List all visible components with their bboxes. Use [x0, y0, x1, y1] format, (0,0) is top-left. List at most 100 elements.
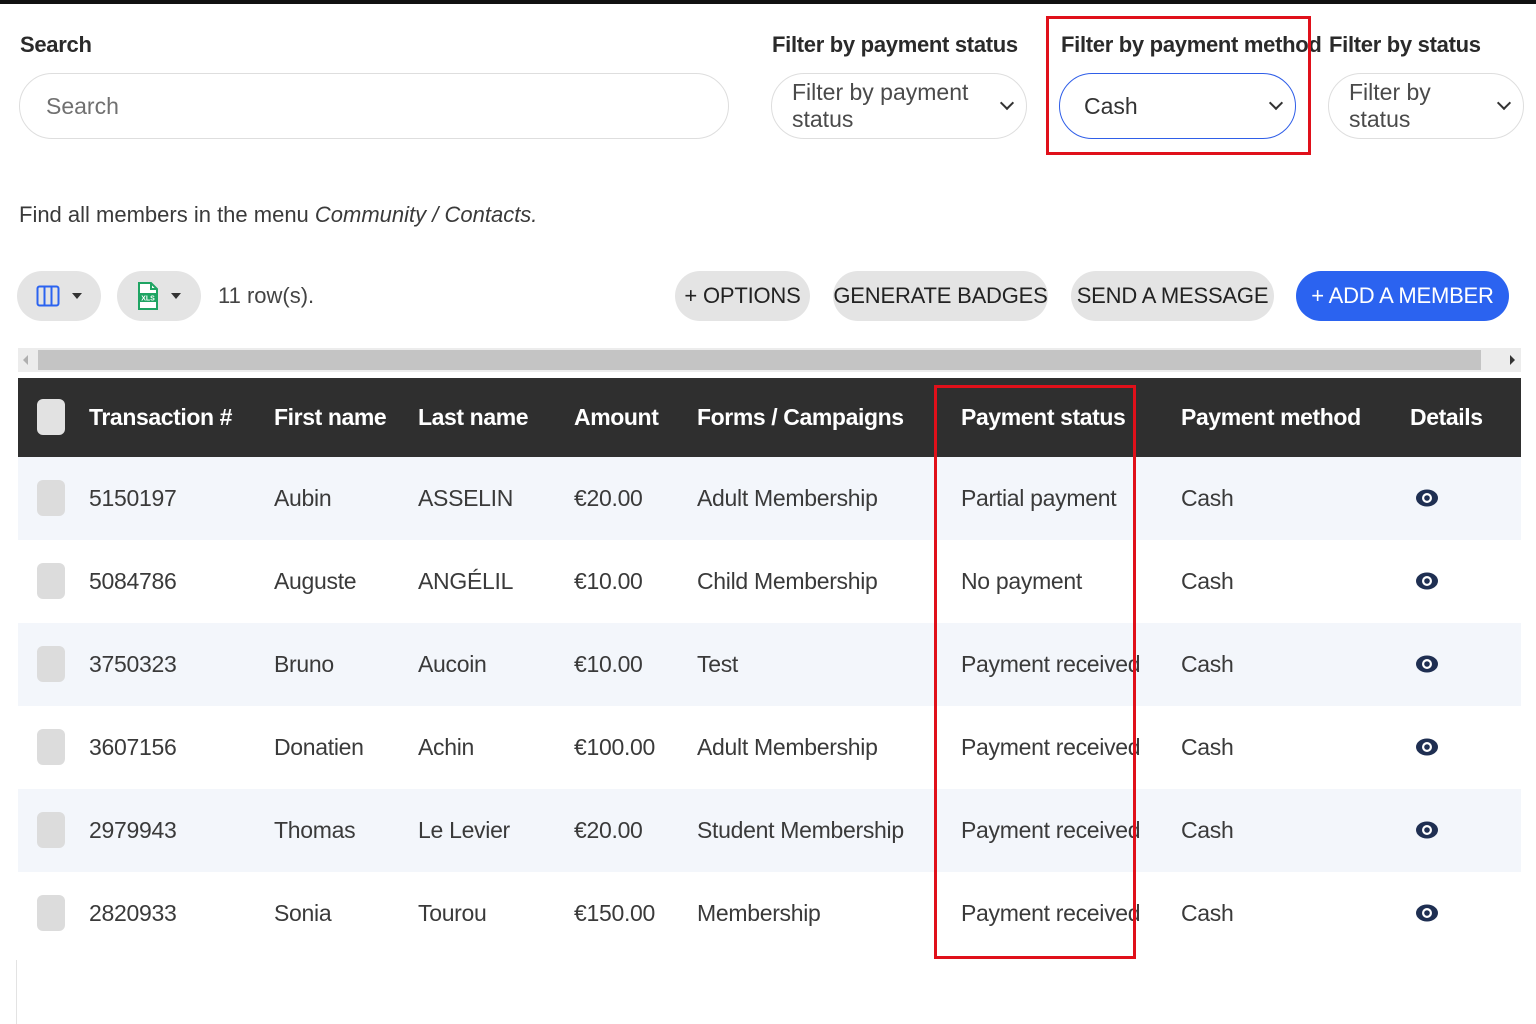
last-name-cell: Tourou [418, 900, 487, 926]
transaction-cell: 3750323 [89, 651, 177, 677]
search-placeholder: Search [46, 92, 119, 119]
payment-method-filter-select[interactable]: Cash [1059, 73, 1296, 139]
generate-badges-button[interactable]: GENERATE BADGES [833, 271, 1048, 321]
amount-cell: €150.00 [574, 900, 656, 926]
transaction-cell: 5150197 [89, 485, 177, 511]
payment-method-cell: Cash [1181, 900, 1234, 926]
row-checkbox[interactable] [37, 729, 65, 765]
form-cell: Adult Membership [697, 485, 878, 511]
row-checkbox[interactable] [37, 646, 65, 682]
first-name-cell: Bruno [274, 651, 334, 677]
search-label: Search [20, 32, 92, 57]
header-payment-method[interactable]: Payment method [1181, 378, 1361, 457]
payment-method-cell: Cash [1181, 485, 1234, 511]
scroll-right-arrow-icon[interactable] [1510, 355, 1515, 365]
payment-status-cell: Payment received [961, 651, 1141, 677]
chevron-down-icon [999, 95, 1015, 111]
row-checkbox[interactable] [37, 895, 65, 931]
search-input[interactable]: Search [19, 73, 729, 139]
header-forms-campaigns[interactable]: Forms / Campaigns [697, 378, 904, 457]
members-hint: Find all members in the menu Community /… [19, 202, 537, 228]
table-row: 2979943 Thomas Le Levier €20.00 Student … [18, 789, 1521, 872]
form-cell: Adult Membership [697, 734, 878, 760]
eye-icon[interactable] [1415, 736, 1439, 758]
eye-icon[interactable] [1415, 653, 1439, 675]
payment-status-cell: Payment received [961, 734, 1141, 760]
eye-icon[interactable] [1415, 487, 1439, 509]
last-name-cell: Achin [418, 734, 475, 760]
page-left-border [16, 960, 17, 1024]
last-name-cell: Le Levier [418, 817, 510, 843]
table-row: 5150197 Aubin ASSELIN €20.00 Adult Membe… [18, 457, 1521, 540]
scrollbar-thumb[interactable] [38, 350, 1481, 370]
select-all-checkbox[interactable] [37, 399, 65, 435]
table-row: 3607156 Donatien Achin €100.00 Adult Mem… [18, 706, 1521, 789]
first-name-cell: Sonia [274, 900, 332, 926]
send-message-button[interactable]: SEND A MESSAGE [1071, 271, 1274, 321]
form-cell: Membership [697, 900, 821, 926]
caret-down-icon [171, 293, 181, 299]
header-amount[interactable]: Amount [574, 378, 659, 457]
first-name-cell: Auguste [274, 568, 357, 594]
table-header: Transaction # First name Last name Amoun… [18, 378, 1521, 457]
columns-button[interactable] [17, 271, 101, 321]
transaction-cell: 3607156 [89, 734, 177, 760]
first-name-cell: Thomas [274, 817, 356, 843]
payment-status-cell: Payment received [961, 900, 1141, 926]
table-row: 2820933 Sonia Tourou €150.00 Membership … [18, 872, 1521, 955]
export-button[interactable]: XLS [117, 271, 201, 321]
xls-file-icon: XLS [138, 282, 158, 310]
last-name-cell: Aucoin [418, 651, 487, 677]
scroll-left-arrow-icon[interactable] [23, 355, 28, 365]
header-payment-status[interactable]: Payment status [961, 378, 1126, 457]
horizontal-scrollbar[interactable] [18, 348, 1521, 372]
chevron-down-icon [1268, 95, 1284, 111]
payment-method-cell: Cash [1181, 651, 1234, 677]
options-button[interactable]: + OPTIONS [675, 271, 810, 321]
header-transaction[interactable]: Transaction # [89, 378, 232, 457]
status-filter-select[interactable]: Filter by status [1328, 73, 1524, 139]
chevron-down-icon [1496, 95, 1512, 111]
payment-method-filter-label: Filter by payment method [1061, 32, 1322, 57]
transaction-cell: 2979943 [89, 817, 177, 843]
hint-menu-path: Community / Contacts. [314, 202, 538, 227]
form-cell: Child Membership [697, 568, 878, 594]
payment-method-cell: Cash [1181, 568, 1234, 594]
first-name-cell: Donatien [274, 734, 364, 760]
payment-status-filter-select[interactable]: Filter by payment status [771, 73, 1027, 139]
caret-down-icon [72, 293, 82, 299]
header-last-name[interactable]: Last name [418, 378, 529, 457]
payment-status-filter-value: Filter by payment status [792, 79, 969, 132]
amount-cell: €100.00 [574, 734, 656, 760]
transaction-cell: 5084786 [89, 568, 177, 594]
columns-icon [36, 285, 60, 307]
payment-status-cell: Partial payment [961, 485, 1117, 511]
transaction-cell: 2820933 [89, 900, 177, 926]
hint-text: Find all members in the menu [19, 202, 315, 227]
table-row: 3750323 Bruno Aucoin €10.00 Test Payment… [18, 623, 1521, 706]
header-details: Details [1410, 404, 1483, 430]
payment-status-cell: Payment received [961, 817, 1141, 843]
status-filter-value: Filter by status [1349, 79, 1431, 132]
form-cell: Student Membership [697, 817, 904, 843]
eye-icon[interactable] [1415, 819, 1439, 841]
payment-method-cell: Cash [1181, 817, 1234, 843]
table-row: 5084786 Auguste ANGÉLIL €10.00 Child Mem… [18, 540, 1521, 623]
top-border [0, 0, 1536, 4]
last-name-cell: ANGÉLIL [418, 568, 514, 594]
first-name-cell: Aubin [274, 485, 332, 511]
eye-icon[interactable] [1415, 570, 1439, 592]
row-checkbox[interactable] [37, 480, 65, 516]
row-checkbox[interactable] [37, 812, 65, 848]
row-checkbox[interactable] [37, 563, 65, 599]
add-member-button[interactable]: + ADD A MEMBER [1296, 271, 1509, 321]
amount-cell: €10.00 [574, 568, 643, 594]
eye-icon[interactable] [1415, 902, 1439, 924]
last-name-cell: ASSELIN [418, 485, 514, 511]
payment-status-filter-label: Filter by payment status [772, 32, 1018, 57]
amount-cell: €10.00 [574, 651, 643, 677]
payment-status-cell: No payment [961, 568, 1083, 594]
header-first-name[interactable]: First name [274, 378, 387, 457]
svg-text:XLS: XLS [141, 296, 155, 303]
amount-cell: €20.00 [574, 817, 643, 843]
